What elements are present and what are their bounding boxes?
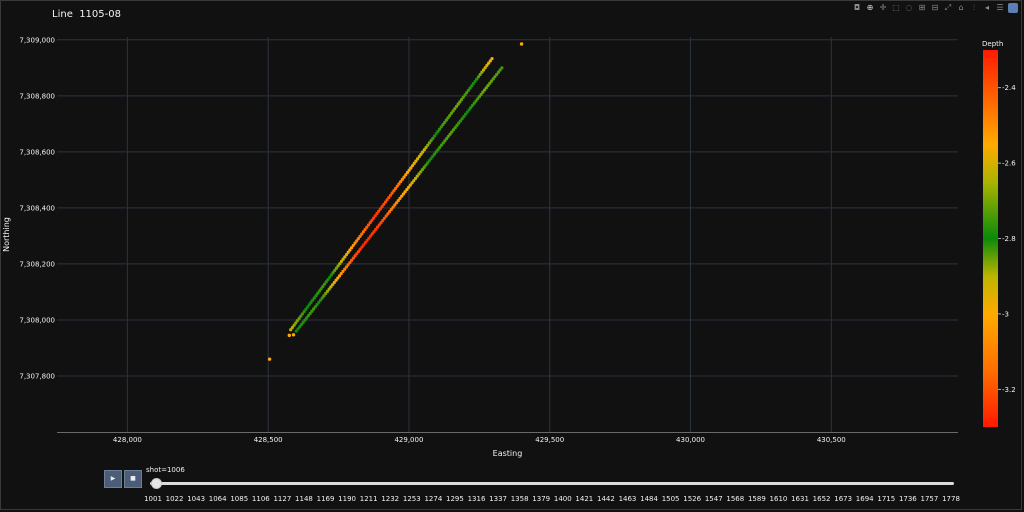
x-tick-label: 428,500 [254, 436, 283, 444]
colorbar-tick-label: -2.6 [1002, 160, 1016, 168]
data-point[interactable] [500, 66, 504, 70]
colorbar-tick-labels: -2.4 -2.6 -2.8 -3 -3.2 [998, 84, 1016, 394]
data-point[interactable] [267, 357, 272, 361]
slider-step-label[interactable]: 1778 [942, 495, 960, 503]
colorbar [983, 50, 998, 427]
y-tick-label: 7,308,800 [19, 92, 55, 100]
slider-step-label[interactable]: 1757 [921, 495, 939, 503]
slider-step-label[interactable]: 1001 [144, 495, 162, 503]
slider-step-label[interactable]: 1358 [511, 495, 529, 503]
data-point[interactable] [287, 333, 291, 338]
slider-step-label[interactable]: 1673 [834, 495, 852, 503]
y-tick-label: 7,308,000 [19, 316, 55, 324]
data-point[interactable] [291, 333, 296, 337]
colorbar-tick-label: -3.2 [1002, 386, 1016, 394]
slider-steps: 1001 1022 1043 1064 1085 1106 1127 1148 1169 1190… [0, 495, 1024, 507]
slider-step-label[interactable]: 1253 [403, 495, 421, 503]
slider-step-label[interactable]: 1526 [683, 495, 701, 503]
stop-button[interactable]: ■ [124, 470, 142, 488]
slider-step-label[interactable]: 1127 [273, 495, 291, 503]
slider-step-label[interactable]: 1148 [295, 495, 313, 503]
slider-step-label[interactable]: 1337 [489, 495, 507, 503]
slider-step-label[interactable]: 1652 [813, 495, 831, 503]
slider-step-label[interactable]: 1442 [597, 495, 615, 503]
y-tick-label: 7,309,000 [19, 36, 55, 44]
y-tick-label: 7,308,600 [19, 148, 55, 156]
slider-step-label[interactable]: 1484 [640, 495, 658, 503]
slider-step-label[interactable]: 1736 [899, 495, 917, 503]
x-tick-label: 430,500 [817, 436, 846, 444]
slider-step-label[interactable]: 1064 [209, 495, 227, 503]
slider-step-label[interactable]: 1106 [252, 495, 270, 503]
x-tick-label: 429,000 [394, 436, 423, 444]
slider-step-label[interactable]: 1169 [317, 495, 335, 503]
data-points[interactable] [267, 42, 524, 361]
y-tick-label: 7,308,400 [19, 204, 55, 212]
slider-step-label[interactable]: 1379 [532, 495, 550, 503]
slider-step-label[interactable]: 1694 [856, 495, 874, 503]
colorbar-tick-label: -2.8 [1002, 235, 1016, 243]
slider-step-label[interactable]: 1631 [791, 495, 809, 503]
colorbar-title: Depth [982, 40, 1003, 48]
slider-step-label[interactable]: 1568 [726, 495, 744, 503]
x-tick-labels: 428,000 428,500 429,000 429,500 430,000 430,5… [113, 436, 846, 444]
grid-lines [57, 37, 958, 432]
data-point[interactable] [490, 56, 494, 61]
slider-step-label[interactable]: 1022 [166, 495, 184, 503]
slider-step-label[interactable]: 1610 [770, 495, 788, 503]
x-tick-label: 428,000 [113, 436, 142, 444]
slider-current-value: shot=1006 [146, 466, 185, 474]
colorbar-tick-label: -3 [1002, 310, 1009, 318]
slider-step-label[interactable]: 1400 [554, 495, 572, 503]
slider-step-label[interactable]: 1715 [877, 495, 895, 503]
colorbar-tick-label: -2.4 [1002, 84, 1016, 92]
y-tick-label: 7,308,200 [19, 260, 55, 268]
scatter-chart[interactable]: 428,000 428,500 429,000 429,500 430,000 430,5… [0, 0, 1024, 460]
slider-step-label[interactable]: 1505 [662, 495, 680, 503]
slider-step-label[interactable]: 1211 [360, 495, 378, 503]
play-button[interactable]: ▶ [104, 470, 122, 488]
slider-step-label[interactable]: 1043 [187, 495, 205, 503]
slider-step-label[interactable]: 1295 [446, 495, 464, 503]
y-tick-labels: 7,307,800 7,308,000 7,308,200 7,308,400 7,30… [19, 36, 55, 380]
slider-step-label[interactable]: 1316 [468, 495, 486, 503]
data-point[interactable] [519, 42, 524, 46]
slider-rail[interactable] [150, 482, 954, 485]
x-tick-label: 430,000 [676, 436, 705, 444]
slider-step-label[interactable]: 1547 [705, 495, 723, 503]
y-tick-label: 7,307,800 [19, 372, 55, 380]
slider-step-label[interactable]: 1085 [230, 495, 248, 503]
slider-step-label[interactable]: 1232 [381, 495, 399, 503]
slider-handle[interactable] [151, 478, 162, 489]
slider-step-label[interactable]: 1190 [338, 495, 356, 503]
slider-step-label[interactable]: 1421 [575, 495, 593, 503]
x-tick-label: 429,500 [535, 436, 564, 444]
animation-slider-area: ▶ ■ shot=1006 1001 1022 1043 1064 1085 1106 11… [0, 460, 1024, 512]
slider-step-label[interactable]: 1589 [748, 495, 766, 503]
slider-step-label[interactable]: 1274 [424, 495, 442, 503]
slider-step-label[interactable]: 1463 [619, 495, 637, 503]
x-axis-label: Easting [493, 449, 523, 458]
y-axis-label: Northing [2, 217, 11, 252]
